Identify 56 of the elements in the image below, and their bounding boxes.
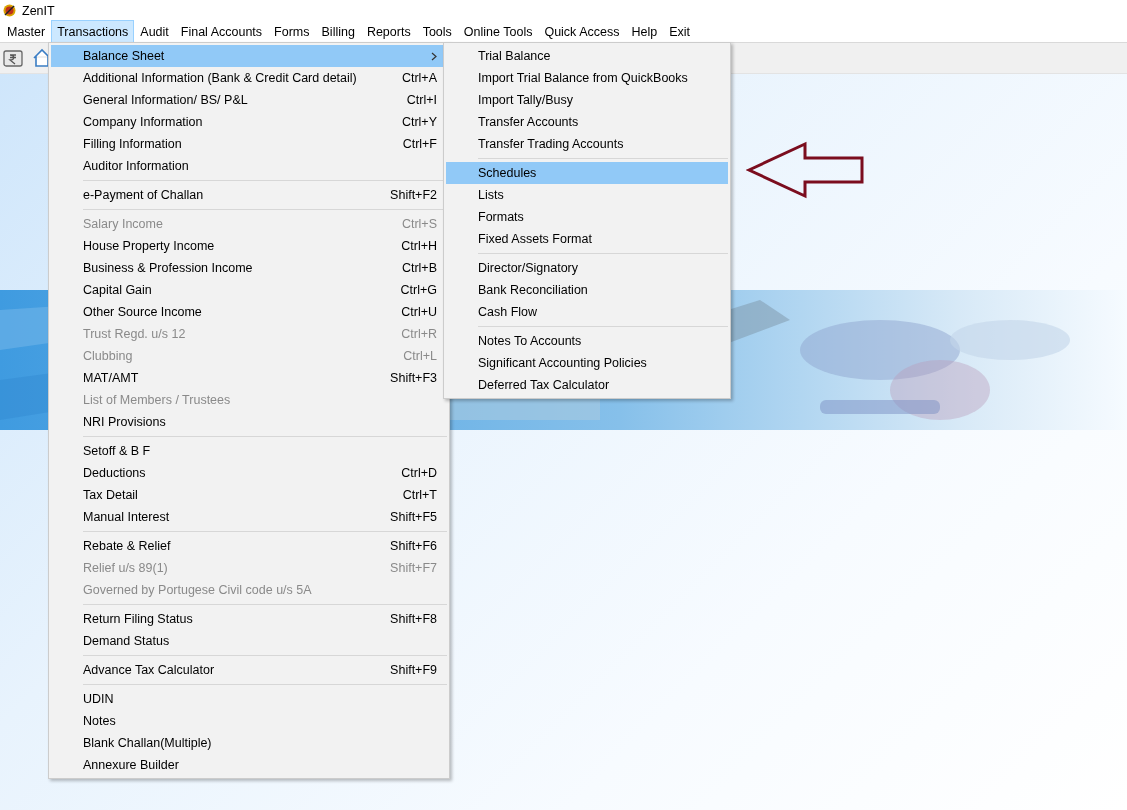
- menu-bar-item[interactable]: Reports: [360, 20, 417, 43]
- menu-item[interactable]: Demand Status: [51, 630, 447, 652]
- submenu-item[interactable]: Import Trial Balance from QuickBooks: [446, 67, 728, 89]
- submenu-item[interactable]: Fixed Assets Format: [446, 228, 728, 250]
- menu-bar-item[interactable]: Billing: [315, 20, 361, 43]
- menu-item[interactable]: MAT/AMT Shift+F3: [51, 367, 447, 389]
- submenu-item[interactable]: Schedules: [446, 162, 728, 184]
- menu-item[interactable]: Annexure Builder: [51, 754, 447, 776]
- menu-item[interactable]: Deductions Ctrl+D: [51, 462, 447, 484]
- submenu-item[interactable]: Import Tally/Busy: [446, 89, 728, 111]
- menu-bar-item[interactable]: Transactions: [51, 20, 135, 43]
- chevron-right-icon: [431, 51, 437, 61]
- menu-bar-item[interactable]: Final Accounts: [174, 20, 269, 43]
- menu-item[interactable]: NRI Provisions: [51, 411, 447, 433]
- submenu-item[interactable]: Deferred Tax Calculator: [446, 374, 728, 396]
- submenu-item[interactable]: Lists: [446, 184, 728, 206]
- menu-bar-item[interactable]: Audit: [134, 20, 175, 43]
- menu-item[interactable]: Return Filing Status Shift+F8: [51, 608, 447, 630]
- submenu-item[interactable]: Bank Reconciliation: [446, 279, 728, 301]
- menu-item[interactable]: Tax Detail Ctrl+T: [51, 484, 447, 506]
- menu-bar-item[interactable]: Forms: [268, 20, 316, 43]
- menu-item[interactable]: House Property Income Ctrl+H: [51, 235, 447, 257]
- currency-note-icon[interactable]: [2, 47, 24, 69]
- menu-item[interactable]: e-Payment of Challan Shift+F2: [51, 184, 447, 206]
- menu-item[interactable]: Blank Challan(Multiple): [51, 732, 447, 754]
- submenu-item[interactable]: Transfer Trading Accounts: [446, 133, 728, 155]
- submenu-item[interactable]: Significant Accounting Policies: [446, 352, 728, 374]
- left-arrow-icon: [746, 141, 866, 201]
- menu-item[interactable]: Additional Information (Bank & Credit Card detail) Ctrl+A: [51, 67, 447, 89]
- submenu-item[interactable]: Notes To Accounts: [446, 330, 728, 352]
- menu-bar-item[interactable]: Online Tools: [457, 20, 539, 43]
- menu-bar-item[interactable]: Quick Access: [538, 20, 626, 43]
- menu-bar-item[interactable]: Help: [625, 20, 664, 43]
- menu-item[interactable]: Auditor Information: [51, 155, 447, 177]
- menu-item[interactable]: General Information/ BS/ P&L Ctrl+I: [51, 89, 447, 111]
- menu-item[interactable]: Notes: [51, 710, 447, 732]
- menu-item[interactable]: Advance Tax Calculator Shift+F9: [51, 659, 447, 681]
- menu-item[interactable]: Filling Information Ctrl+F: [51, 133, 447, 155]
- app-logo-icon: [3, 4, 16, 17]
- window-title: ZenIT: [22, 3, 55, 18]
- menu-item[interactable]: Business & Profession Income Ctrl+B: [51, 257, 447, 279]
- menu-item[interactable]: UDIN: [51, 688, 447, 710]
- menu-bar-item[interactable]: Master: [1, 20, 52, 43]
- submenu-item[interactable]: Trial Balance: [446, 45, 728, 67]
- menu-item[interactable]: Capital Gain Ctrl+G: [51, 279, 447, 301]
- submenu-item[interactable]: Cash Flow: [446, 301, 728, 323]
- submenu-item[interactable]: Formats: [446, 206, 728, 228]
- menu-item[interactable]: Other Source Income Ctrl+U: [51, 301, 447, 323]
- menu-item[interactable]: Setoff & B F: [51, 440, 447, 462]
- submenu-item[interactable]: Director/Signatory: [446, 257, 728, 279]
- menu-bar-item[interactable]: Exit: [663, 20, 696, 43]
- submenu-item[interactable]: Transfer Accounts: [446, 111, 728, 133]
- menu-item[interactable]: Company Information Ctrl+Y: [51, 111, 447, 133]
- menu-item[interactable]: Rebate & Relief Shift+F6: [51, 535, 447, 557]
- menu-item[interactable]: Manual Interest Shift+F5: [51, 506, 447, 528]
- menu-bar-item[interactable]: Tools: [416, 20, 458, 43]
